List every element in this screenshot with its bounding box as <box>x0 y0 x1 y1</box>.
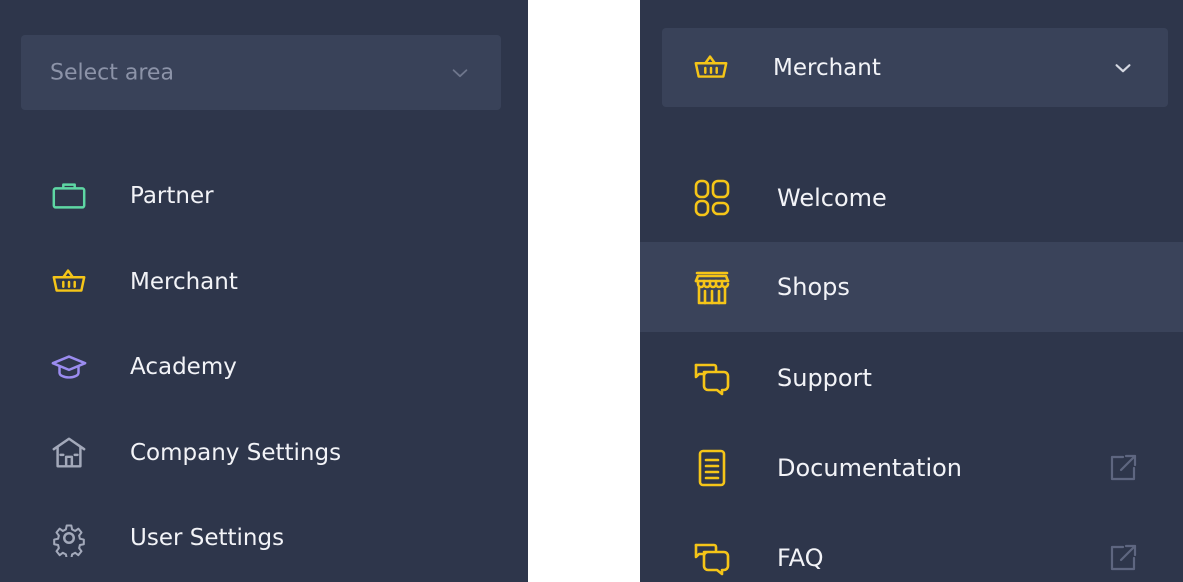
briefcase-icon <box>50 177 88 215</box>
external-link-icon <box>1107 542 1139 574</box>
basket-icon <box>692 49 730 87</box>
dashboard-icon <box>692 178 732 218</box>
selected-area-label: Merchant <box>773 54 881 81</box>
chevron-down-icon <box>1112 57 1134 79</box>
area-item-academy[interactable]: Academy <box>0 337 528 397</box>
select-area-dropdown[interactable]: Select area <box>21 35 501 110</box>
area-selector-panel: Select area Partner Merchant Academy Com… <box>0 0 528 582</box>
document-icon <box>692 448 732 488</box>
chevron-down-icon <box>449 62 471 84</box>
chat-icon <box>692 538 732 578</box>
nav-item-welcome[interactable]: Welcome <box>640 153 1183 243</box>
nav-item-label: FAQ <box>777 544 824 572</box>
nav-item-documentation[interactable]: Documentation <box>640 423 1183 513</box>
area-item-label: Merchant <box>130 269 238 295</box>
area-item-merchant[interactable]: Merchant <box>0 252 528 312</box>
select-area-placeholder: Select area <box>50 60 174 85</box>
nav-item-support[interactable]: Support <box>640 333 1183 423</box>
building-icon <box>50 434 88 472</box>
graduation-cap-icon <box>50 348 88 386</box>
area-item-company-settings[interactable]: Company Settings <box>0 423 528 483</box>
area-item-user-settings[interactable]: User Settings <box>0 508 528 568</box>
area-item-label: User Settings <box>130 525 285 551</box>
nav-item-shops[interactable]: Shops <box>640 242 1183 332</box>
nav-item-faq[interactable]: FAQ <box>640 513 1183 582</box>
basket-icon <box>50 263 88 301</box>
area-item-label: Academy <box>130 354 237 380</box>
shop-icon <box>692 267 732 307</box>
nav-item-label: Support <box>777 364 872 392</box>
area-item-label: Company Settings <box>130 440 342 466</box>
area-item-partner[interactable]: Partner <box>0 166 528 226</box>
area-select-dropdown[interactable]: Merchant <box>662 28 1168 107</box>
nav-item-label: Shops <box>777 273 850 301</box>
chat-icon <box>692 358 732 398</box>
nav-item-label: Welcome <box>777 184 887 212</box>
external-link-icon <box>1107 452 1139 484</box>
gear-icon <box>50 519 88 557</box>
nav-item-label: Documentation <box>777 454 963 482</box>
merchant-navigation-panel: Merchant Welcome Shops Support Documenta… <box>640 0 1183 582</box>
area-item-label: Partner <box>130 183 214 209</box>
